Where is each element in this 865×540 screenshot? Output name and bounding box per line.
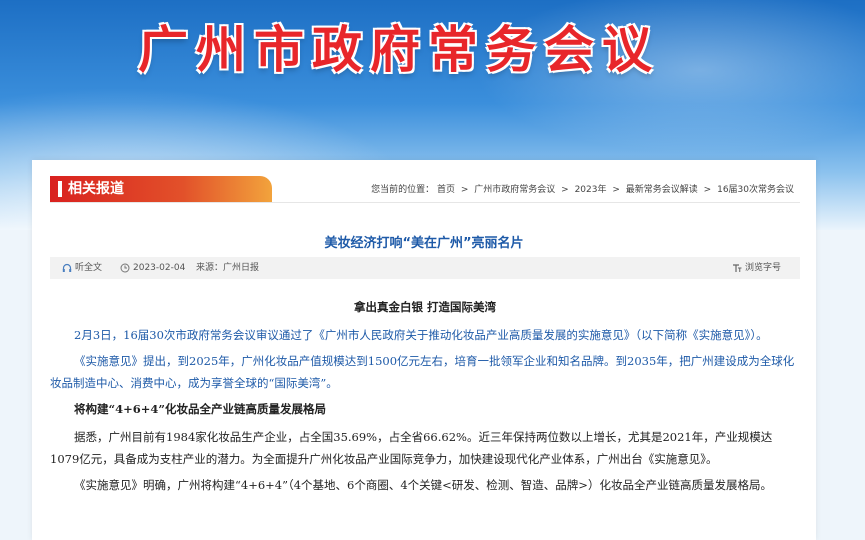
section-label: 相关报道 <box>68 181 124 197</box>
breadcrumb-meetings[interactable]: 广州市政府常务会议 <box>474 185 555 195</box>
article-subtitle: 拿出真金白银 打造国际美湾 <box>353 300 496 314</box>
date-text: 2023-02-04 <box>133 263 186 273</box>
breadcrumb-sep: > <box>612 185 620 195</box>
breadcrumb: 您当前的位置： 首页 > 广州市政府常务会议 > 2023年 > 最新常务会议解… <box>371 182 794 195</box>
headphones-icon <box>62 263 72 272</box>
breadcrumb-sep: > <box>561 185 569 195</box>
font-size-control[interactable]: 浏览字号 <box>732 257 781 279</box>
breadcrumb-interpretation[interactable]: 最新常务会议解读 <box>626 185 698 195</box>
listen-button[interactable]: 听全文 <box>62 257 102 279</box>
article-meta-bar: 听全文 2023-02-04 来源：广州日报 浏览字号 <box>50 257 800 279</box>
section-tag: 相关报道 <box>50 176 272 202</box>
publish-date: 2023-02-04 <box>120 257 185 279</box>
section-heading: 将构建“4+6+4”化妆品全产业链高质量发展格局 <box>74 402 327 416</box>
site-title: 广州市政府常务会议 <box>138 21 660 79</box>
breadcrumb-home[interactable]: 首页 <box>437 185 455 195</box>
article-body: 拿出真金白银 打造国际美湾 2月3日，16届30次市政府常务会议审议通过了《广州… <box>50 290 800 500</box>
source-text: 来源：广州日报 <box>196 263 260 273</box>
paragraph: 《实施意见》明确，广州将构建“4+6+4”（4个基地、6个商圈、4个关键<研发、… <box>74 478 772 492</box>
paragraph: 据悉，广州目前有1984家化妆品生产企业，占全国35.69%，占全省66.62%… <box>50 430 773 466</box>
breadcrumb-prefix: 您当前的位置： <box>371 185 435 195</box>
listen-label: 听全文 <box>75 263 103 273</box>
text-size-icon <box>733 264 742 272</box>
section-divider <box>50 202 800 203</box>
article-title: 美妆经济打响“美在广州”亮丽名片 <box>324 236 524 251</box>
paragraph: 《实施意见》提出，到2025年，广州化妆品产值规模达到1500亿元左右，培育一批… <box>50 354 795 390</box>
content-panel: 相关报道 您当前的位置： 首页 > 广州市政府常务会议 > 2023年 > 最新… <box>32 160 816 540</box>
breadcrumb-sep: > <box>460 185 469 195</box>
breadcrumb-year[interactable]: 2023年 <box>575 185 607 195</box>
clock-icon <box>120 263 130 273</box>
font-size-label: 浏览字号 <box>745 263 782 273</box>
breadcrumb-session[interactable]: 16届30次常务会议 <box>717 185 794 195</box>
paragraph: 2月3日，16届30次市政府常务会议审议通过了《广州市人民政府关于推动化妆品产业… <box>74 328 768 342</box>
breadcrumb-sep: > <box>703 185 712 195</box>
article-source: 来源：广州日报 <box>196 257 259 279</box>
